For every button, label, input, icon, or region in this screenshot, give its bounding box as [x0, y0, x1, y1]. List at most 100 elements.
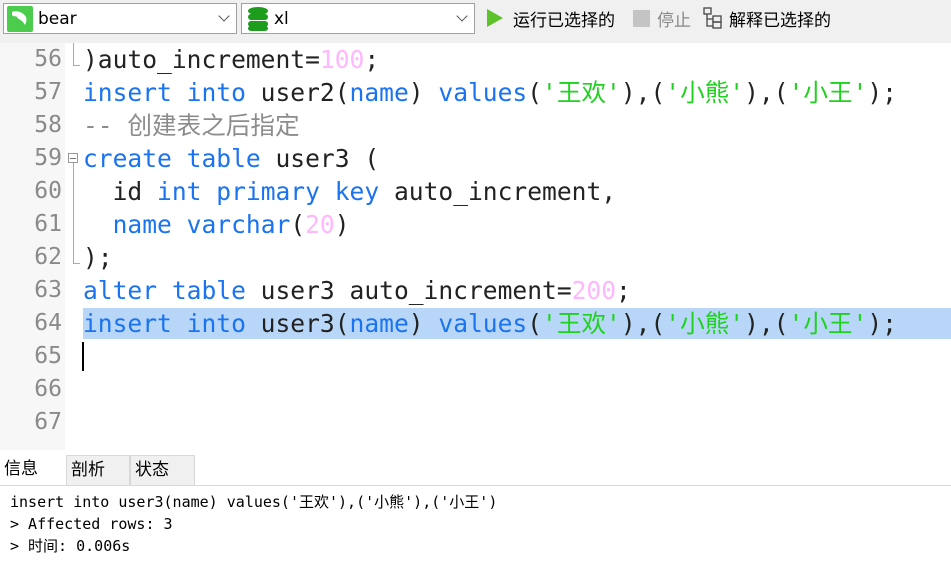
line-number: 65	[34, 343, 62, 369]
code-token: '小王'	[788, 78, 868, 107]
sql-editor[interactable]: 56 )auto_increment=100; 57 insert into user…	[0, 43, 951, 450]
code-token: );	[83, 243, 113, 272]
code-token: id	[83, 177, 158, 206]
line-number: 58	[34, 112, 62, 138]
code-token: ;	[616, 276, 631, 305]
code-token: insert into	[83, 309, 246, 338]
code-token: user3(	[245, 309, 350, 338]
fold-guide	[73, 43, 74, 65]
result-tabs: 信息 剖析 状态	[0, 453, 951, 486]
code-line[interactable]: 66	[0, 373, 951, 406]
code-token: alter table	[83, 276, 246, 305]
code-token: user2(	[245, 78, 350, 107]
message-output: insert into user3(name) values('王欢'),('小…	[10, 491, 497, 557]
stop-label: 停止	[657, 10, 691, 31]
code-token: )auto_increment=	[83, 45, 320, 74]
line-number: 57	[34, 79, 62, 105]
line-number: 56	[34, 46, 62, 72]
tab-status[interactable]: 状态	[130, 455, 195, 485]
connection-select[interactable]: bear	[3, 3, 237, 34]
line-number: 59	[34, 145, 62, 171]
code-line[interactable]: 63 alter table user3 auto_increment=200;	[0, 274, 951, 307]
code-token: (	[527, 309, 543, 338]
mysql-dolphin-icon	[7, 5, 33, 32]
code-token: );	[867, 78, 897, 107]
code-token: user3 (	[260, 144, 380, 173]
code-token: name varchar	[112, 210, 291, 239]
code-line[interactable]: 60 id int primary key auto_increment,	[0, 175, 951, 208]
tab-profile[interactable]: 剖析	[66, 455, 130, 485]
executed-query: insert into user3(name) values('王欢'),('小…	[10, 493, 498, 511]
run-selected-label: 运行已选择的	[513, 10, 615, 31]
line-number: 66	[34, 376, 62, 402]
code-token: (	[527, 78, 543, 107]
code-token: )	[408, 309, 439, 338]
play-icon	[487, 9, 503, 27]
code-text: insert into user2(name) values('王欢'),('小…	[83, 76, 897, 109]
code-token: '小熊'	[665, 309, 745, 338]
database-select[interactable]: xl	[241, 3, 475, 34]
code-text: create table user3 (	[83, 142, 379, 175]
code-token: ),(	[620, 78, 666, 107]
code-token: name	[349, 78, 409, 107]
explain-icon	[703, 7, 727, 29]
code-token: insert into	[83, 78, 246, 107]
code-token: ;	[364, 45, 380, 74]
code-text: )auto_increment=100;	[83, 43, 379, 76]
code-token: create table	[83, 144, 261, 173]
code-token: 200	[571, 276, 617, 305]
code-text: );	[83, 241, 113, 274]
code-token: );	[867, 309, 897, 338]
explain-selected-label: 解释已选择的	[729, 10, 831, 31]
run-selected-button[interactable]: 运行已选择的	[487, 6, 615, 31]
line-number: 60	[34, 178, 62, 204]
code-line[interactable]: 64 insert into user3(name) values('王欢'),(…	[0, 307, 951, 340]
chevron-down-icon[interactable]	[456, 10, 468, 22]
code-line[interactable]: 61 name varchar(20)	[0, 208, 951, 241]
affected-rows: > Affected rows: 3	[10, 515, 173, 533]
code-token: ),(	[744, 78, 789, 107]
code-token: )	[334, 210, 350, 239]
toolbar: bear xl 运行已选择的 停止 解释已选择的	[0, 0, 951, 43]
code-token: values	[438, 309, 528, 338]
code-token: 20	[305, 210, 335, 239]
code-token: 100	[319, 45, 365, 74]
code-token: values	[438, 78, 528, 107]
code-token: user3 auto_increment=	[245, 276, 572, 305]
database-icon	[247, 6, 269, 32]
code-token: ),(	[744, 309, 789, 338]
code-text: -- 创建表之后指定	[83, 109, 300, 142]
database-label: xl	[274, 8, 289, 29]
code-text: name varchar(20)	[83, 208, 350, 241]
chevron-down-icon[interactable]	[218, 10, 230, 22]
fold-end-marker	[73, 65, 80, 66]
execution-time: > 时间: 0.006s	[10, 537, 131, 555]
line-number: 67	[34, 409, 62, 435]
stop-button[interactable]: 停止	[633, 6, 691, 31]
line-number: 64	[34, 310, 62, 336]
code-token: ),(	[620, 309, 666, 338]
fold-guide	[73, 163, 74, 263]
code-token: -- 创建表之后指定	[83, 111, 300, 140]
code-line[interactable]: 59 create table user3 (	[0, 142, 951, 175]
fold-collapse-icon[interactable]	[68, 153, 78, 163]
code-line[interactable]: 58 -- 创建表之后指定	[0, 109, 951, 142]
explain-selected-button[interactable]: 解释已选择的	[703, 6, 831, 31]
code-line[interactable]: 67	[0, 406, 951, 439]
code-line[interactable]: 62);	[0, 241, 951, 274]
code-token: '小熊'	[665, 78, 745, 107]
code-text: alter table user3 auto_increment=200;	[83, 274, 631, 307]
code-line[interactable]: 65	[0, 340, 951, 373]
code-token: (	[290, 210, 306, 239]
code-line[interactable]: 57 insert into user2(name) values('王欢'),(…	[0, 76, 951, 109]
code-token: )	[408, 78, 439, 107]
code-token: '王欢'	[542, 309, 621, 338]
code-line[interactable]: 56 )auto_increment=100;	[0, 43, 951, 76]
connection-label: bear	[38, 8, 77, 29]
stop-icon	[633, 9, 650, 27]
fold-end-marker	[73, 263, 80, 264]
code-token: auto_increment,	[379, 177, 617, 206]
tab-info[interactable]: 信息	[0, 455, 66, 485]
text-cursor	[82, 342, 84, 371]
